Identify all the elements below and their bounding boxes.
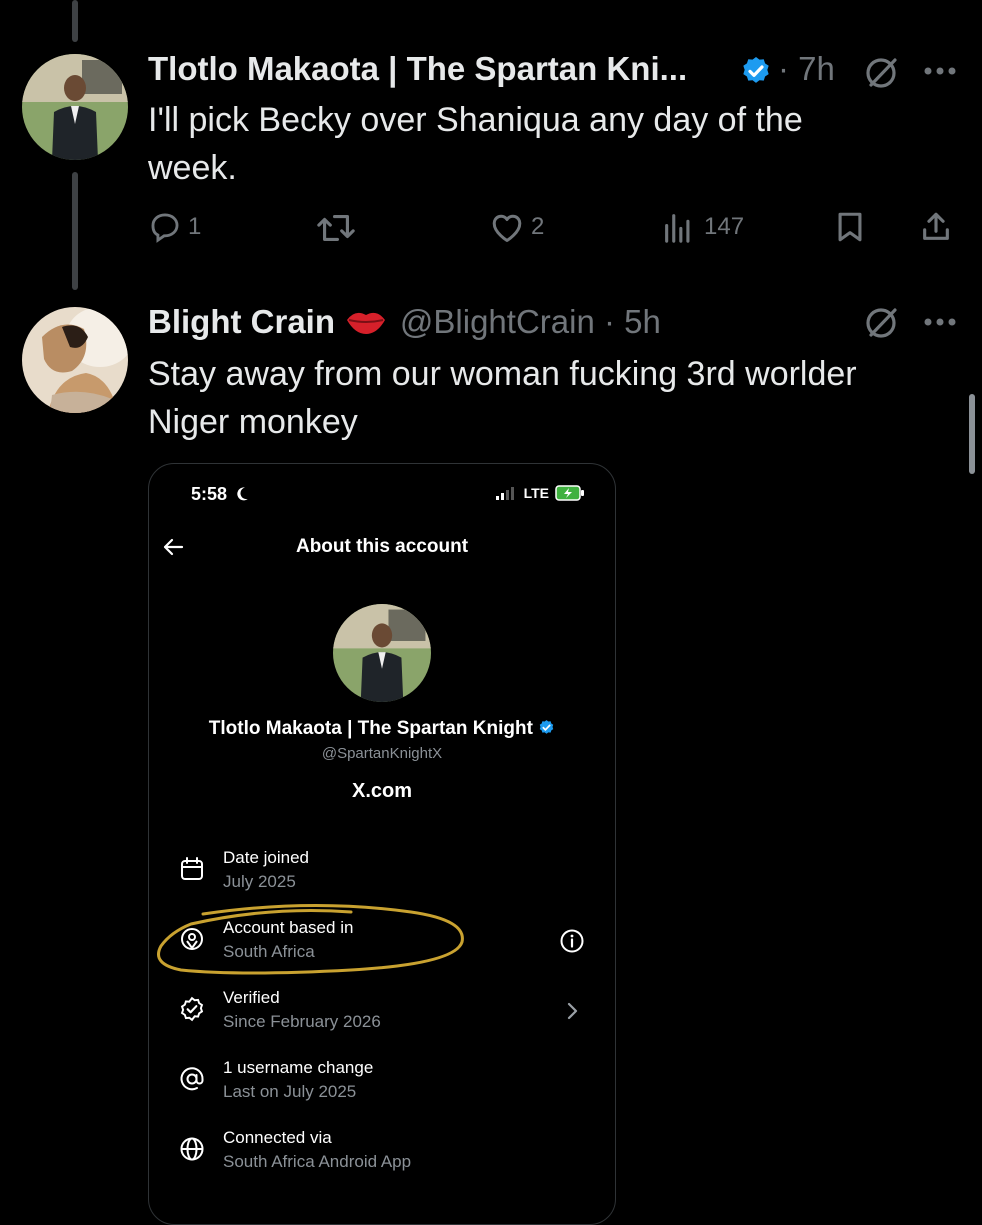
info-row-account-based-in: Account based in South Africa: [149, 903, 615, 978]
verified-badge-icon: [179, 996, 205, 1022]
verified-badge-icon: [538, 719, 555, 742]
chevron-right-icon: [559, 998, 585, 1029]
tweet-author-name[interactable]: Blight Crain: [148, 303, 335, 340]
tweet-author-name[interactable]: Tlotlo Makaota | The Spartan Kni...: [148, 50, 687, 88]
reply-button[interactable]: 1: [148, 210, 201, 244]
calendar-icon: [179, 856, 205, 882]
like-count: 2: [531, 213, 545, 240]
row-label: Verified: [223, 988, 280, 1007]
scrollbar-thumb[interactable]: [969, 394, 975, 474]
reply-icon: [151, 213, 179, 243]
battery-charging-icon: [555, 485, 584, 501]
row-label: Connected via: [223, 1128, 332, 1147]
moon-icon: [235, 486, 249, 507]
profile-link[interactable]: X.com: [149, 780, 615, 803]
avatar[interactable]: [22, 307, 128, 413]
page-title: About this account: [295, 536, 469, 557]
network-label: LTE: [523, 485, 549, 501]
status-bar-indicators: LTE: [495, 485, 585, 501]
like-button[interactable]: 2: [489, 210, 544, 244]
status-bar-time: 5:58: [191, 484, 249, 507]
signal-icon: [495, 487, 514, 500]
grok-icon[interactable]: [862, 302, 902, 347]
views-count: 147: [704, 213, 745, 240]
avatar[interactable]: [22, 54, 128, 160]
profile-handle: @SpartanKnightX: [321, 745, 443, 762]
row-label: Date joined: [223, 848, 310, 867]
info-icon[interactable]: [559, 928, 585, 959]
tweet-text: Stay away from our woman fucking 3rd wor…: [148, 355, 857, 441]
more-options-icon[interactable]: [922, 64, 958, 82]
tweet-text: I'll pick Becky over Shaniqua any day of…: [148, 101, 803, 187]
info-row-username-change: 1 username change Last on July 2025: [149, 1058, 615, 1118]
info-row-connected-via: Connected via South Africa Android App: [149, 1128, 615, 1188]
row-value: July 2025: [223, 872, 296, 891]
views-icon: [665, 214, 690, 243]
verified-badge-icon: [740, 55, 772, 87]
annotation-circle: [157, 903, 464, 975]
share-button[interactable]: [919, 210, 953, 244]
thread-line-top: [72, 0, 78, 42]
profile-name: Tlotlo Makaota | The Spartan Knight: [149, 718, 615, 742]
bookmark-button[interactable]: [835, 210, 865, 244]
thread-line: [72, 172, 78, 290]
attached-screenshot[interactable]: 5:58 LTE About this account Tlotlo Makao…: [148, 463, 616, 1225]
reply-count: 1: [188, 213, 202, 240]
tweet-author-line: Blight Crain @BlightCrain · 5h: [148, 303, 661, 341]
grok-icon[interactable]: [862, 52, 902, 97]
bookmark-icon: [838, 212, 862, 242]
row-value: South Africa Android App: [223, 1152, 412, 1171]
heart-icon: [492, 214, 522, 242]
globe-icon: [179, 1136, 205, 1162]
info-row-verified[interactable]: Verified Since February 2026: [149, 988, 615, 1048]
row-value: Last on July 2025: [223, 1082, 357, 1101]
share-icon: [923, 212, 949, 240]
more-options-icon[interactable]: [922, 315, 958, 333]
row-value: Since February 2026: [223, 1012, 381, 1031]
retweet-button[interactable]: [316, 210, 356, 246]
row-label: 1 username change: [223, 1058, 374, 1077]
tweet-timestamp[interactable]: · 7h: [778, 50, 835, 88]
at-sign-icon: [179, 1066, 205, 1092]
lips-emoji-icon: [345, 306, 387, 341]
tweet-handle-timestamp[interactable]: @BlightCrain · 5h: [400, 303, 661, 340]
retweet-icon: [317, 215, 355, 242]
profile-avatar: [333, 604, 431, 702]
views-button[interactable]: 147: [662, 210, 744, 244]
